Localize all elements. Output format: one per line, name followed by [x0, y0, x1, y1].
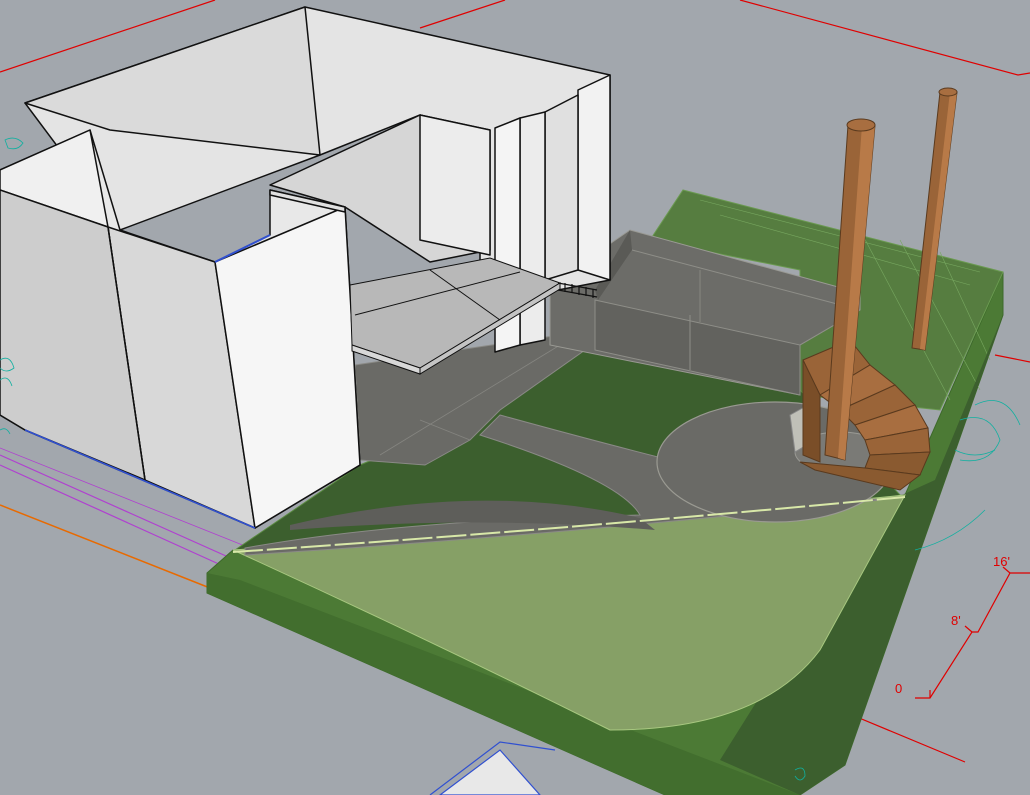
- scale-label-8: 8': [951, 613, 961, 628]
- scale-label-16: 16': [993, 554, 1010, 569]
- scale-label-0: 0: [895, 681, 902, 696]
- 3d-viewport[interactable]: 16' 8' 0: [0, 0, 1030, 795]
